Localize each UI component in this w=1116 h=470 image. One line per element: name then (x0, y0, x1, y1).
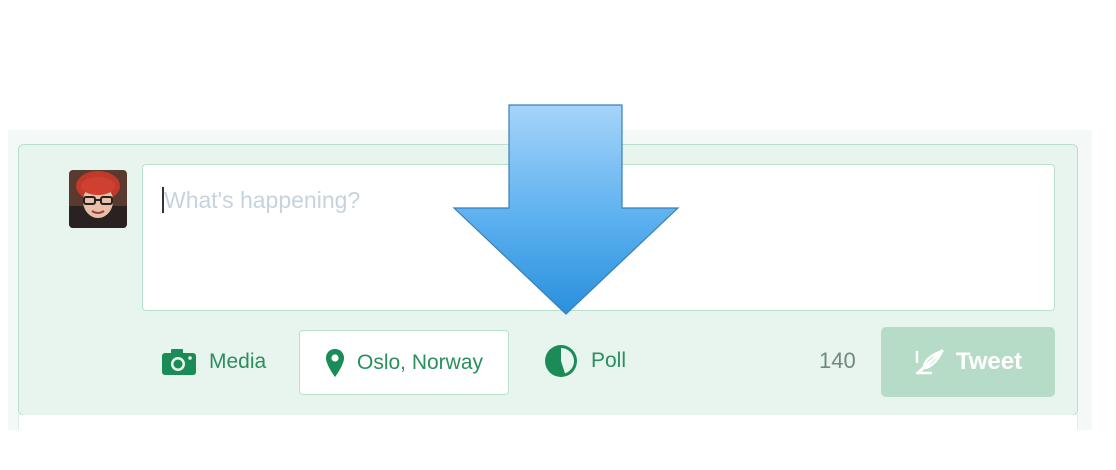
timeline-area (18, 415, 1078, 430)
tweet-label: Tweet (955, 348, 1023, 375)
location-label: Oslo, Norway (356, 350, 484, 374)
pie-chart-icon (545, 345, 577, 377)
poll-button[interactable]: Poll (543, 342, 626, 380)
location-button[interactable]: Oslo, Norway (299, 330, 509, 395)
page: What's happening? Media Oslo, Norway Pol… (0, 0, 1116, 470)
quill-icon (915, 349, 944, 375)
camera-icon (162, 349, 196, 375)
tweet-button[interactable]: Tweet (881, 327, 1055, 397)
poll-label: Poll (591, 349, 627, 372)
character-counter: 140 (819, 348, 856, 373)
tweet-placeholder: What's happening? (164, 187, 361, 213)
avatar-image (69, 170, 127, 228)
avatar[interactable] (69, 170, 127, 228)
down-arrow-icon (452, 104, 680, 315)
media-button[interactable]: Media (161, 344, 266, 380)
map-pin-icon (325, 348, 344, 377)
media-label: Media (209, 350, 267, 373)
